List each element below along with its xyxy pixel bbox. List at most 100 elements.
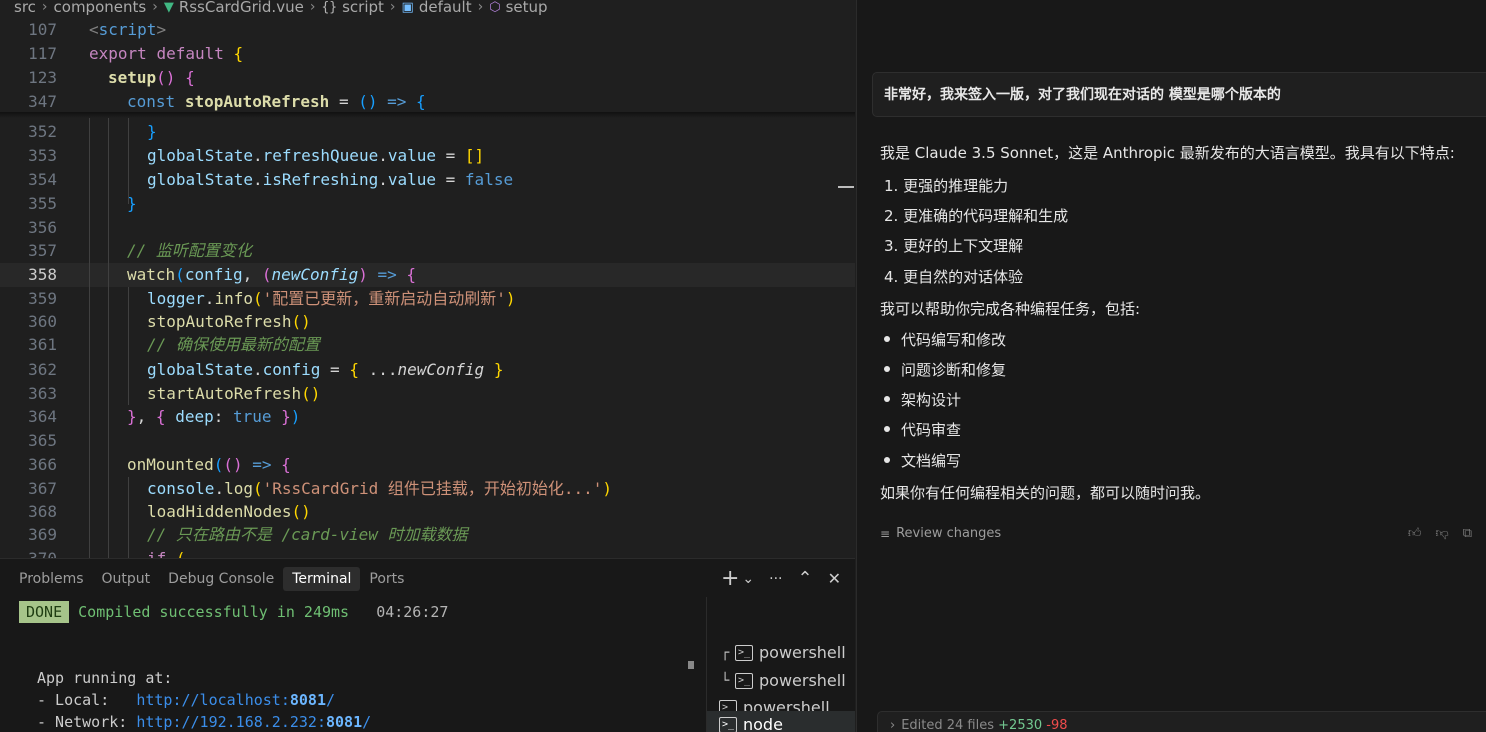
- compile-time: 04:26:27: [376, 603, 449, 621]
- line-number: 356: [28, 218, 57, 237]
- terminal-name: powershell: [759, 643, 846, 662]
- chat-panel: 非常好，我来签入一版，对了我们现在对话的 模型是哪个版本的 我是 Claude …: [856, 0, 1486, 732]
- line-number: 363: [28, 384, 57, 403]
- thumbs-up-icon[interactable]: 👍︎: [1408, 526, 1422, 541]
- chevron-right-icon: ›: [41, 0, 48, 15]
- sticky-scroll-shadow: [0, 112, 855, 118]
- task-item: 代码编写和修改: [880, 329, 1006, 350]
- sticky-scroll-line[interactable]: 107 <script>: [0, 18, 855, 42]
- task-item: 文档编写: [880, 450, 961, 471]
- indent-guide: [128, 477, 129, 558]
- local-url-port: 8081: [289, 691, 326, 709]
- sticky-scroll-line[interactable]: 347 const stopAutoRefresh = () => {: [0, 90, 855, 114]
- breadcrumb-setup-label: setup: [505, 0, 548, 16]
- tab-output[interactable]: Output: [93, 567, 160, 591]
- code-line[interactable]: 366 onMounted(() => {: [0, 453, 855, 477]
- line-number: 359: [28, 289, 57, 308]
- tab-problems[interactable]: Problems: [10, 567, 93, 591]
- line-number: 361: [28, 335, 57, 354]
- more-actions-icon[interactable]: ···: [769, 567, 782, 591]
- close-panel-icon[interactable]: ✕: [828, 567, 841, 591]
- lines-added: +2530: [998, 718, 1043, 732]
- network-label: - Network:: [37, 713, 137, 731]
- code-editor[interactable]: src › components › ▼ RssCardGrid.vue › {}…: [0, 0, 855, 558]
- chevron-down-icon[interactable]: ⌄: [742, 567, 754, 591]
- terminal-line: App running at:: [37, 669, 173, 687]
- line-number: 123: [28, 68, 57, 87]
- local-url-suffix: /: [326, 691, 336, 709]
- breadcrumb-src[interactable]: src: [14, 0, 36, 16]
- copy-icon[interactable]: ⧉: [1463, 526, 1472, 541]
- maximize-panel-icon[interactable]: ⌃: [798, 567, 813, 591]
- panel-tab-bar: Problems Output Debug Console Terminal P…: [10, 567, 413, 591]
- assistant-intro: 我是 Claude 3.5 Sonnet，这是 Anthropic 最新发布的大…: [880, 144, 1455, 162]
- bullet-icon: [884, 395, 890, 402]
- line-number: 354: [28, 170, 57, 189]
- breadcrumb-default[interactable]: ▣ default: [402, 0, 472, 16]
- line-number: 352: [28, 122, 57, 141]
- user-message[interactable]: 非常好，我来签入一版，对了我们现在对话的 模型是哪个版本的: [872, 72, 1486, 117]
- new-terminal-icon[interactable]: +: [721, 567, 739, 591]
- breadcrumb-setup[interactable]: ⬡ setup: [489, 0, 547, 16]
- chevron-right-icon: ›: [152, 0, 158, 15]
- network-url-host: http://192.168.2.232:: [136, 713, 326, 731]
- terminal-name: powershell: [759, 671, 846, 690]
- thumbs-down-icon[interactable]: 👎︎: [1436, 526, 1449, 541]
- indent-guide: [128, 287, 129, 405]
- chevron-right-icon: ›: [309, 0, 316, 15]
- code-comment: // 监听配置变化: [127, 241, 252, 260]
- tab-terminal[interactable]: Terminal: [283, 567, 361, 591]
- terminal-name: node: [743, 715, 783, 732]
- terminal-line: DONE Compiled successfully in 249ms 04:2…: [0, 601, 448, 623]
- code-line[interactable]: 356: [0, 216, 855, 240]
- terminal-list-item[interactable]: └ >_ powershell: [707, 667, 855, 694]
- edited-files-label: Edited 24 files: [901, 718, 995, 732]
- panel-actions: + ⌄ ··· ⌃ ✕: [721, 567, 841, 591]
- terminal-icon: >_: [735, 672, 753, 689]
- feature-item: 4. 更自然的对话体验: [884, 268, 1024, 286]
- local-url-host: http://localhost:: [136, 691, 290, 709]
- line-number: 362: [28, 360, 57, 379]
- object-icon: ▣: [401, 0, 414, 15]
- indent-guide: [89, 118, 90, 558]
- tab-ports[interactable]: Ports: [360, 567, 413, 591]
- code-comment: // 确保使用最新的配置: [147, 335, 320, 354]
- terminal-line: - Network: http://192.168.2.232:8081/: [37, 711, 371, 732]
- method-icon: ⬡: [489, 0, 501, 15]
- code-line[interactable]: 364}, { deep: true }): [0, 405, 855, 429]
- feature-item: 3. 更好的上下文理解: [884, 237, 1024, 255]
- breadcrumb-file[interactable]: ▼ RssCardGrid.vue: [164, 0, 304, 16]
- code-line-current[interactable]: 358 watch(config, (newConfig) => {: [0, 263, 855, 287]
- edited-files-bar[interactable]: › Edited 24 files +2530 -98: [877, 711, 1486, 732]
- task-item: 架构设计: [880, 389, 961, 410]
- breadcrumb-file-label: RssCardGrid.vue: [178, 0, 304, 16]
- task-label: 架构设计: [901, 391, 962, 409]
- line-number: 347: [28, 92, 57, 111]
- assistant-closing: 如果你有任何编程相关的问题，都可以随时问我。: [880, 484, 1211, 502]
- terminal-output[interactable]: DONE Compiled successfully in 249ms 04:2…: [0, 597, 705, 732]
- bullet-icon: [884, 456, 890, 463]
- sticky-scroll-line[interactable]: 117 export default {: [0, 42, 855, 66]
- code-line[interactable]: 365: [0, 429, 855, 453]
- chevron-right-icon: ›: [477, 0, 484, 15]
- breadcrumb-default-label: default: [418, 0, 472, 16]
- network-url[interactable]: http://192.168.2.232:8081/: [136, 713, 371, 731]
- terminal-list-item-active[interactable]: >_ node: [707, 711, 855, 732]
- feedback-actions: 👍︎ 👎︎ ⧉: [1408, 526, 1472, 541]
- review-changes-button[interactable]: ≡ Review changes: [880, 526, 1001, 541]
- line-number: 365: [28, 431, 57, 450]
- bullet-icon: [884, 335, 890, 342]
- code-line[interactable]: 357 // 监听配置变化: [0, 239, 855, 263]
- terminal-icon: >_: [735, 644, 753, 661]
- sticky-scroll-line[interactable]: 123 setup() {: [0, 66, 855, 90]
- terminal-scrollbar[interactable]: [688, 661, 694, 669]
- breadcrumb-script[interactable]: {} script: [321, 0, 383, 16]
- terminal-list-item[interactable]: ┌ >_ powershell: [707, 639, 855, 666]
- line-number: 364: [28, 407, 57, 426]
- chevron-right-icon: ›: [890, 718, 896, 732]
- breadcrumb-components[interactable]: components: [54, 0, 147, 16]
- tab-debug-console[interactable]: Debug Console: [159, 567, 283, 591]
- network-url-suffix: /: [362, 713, 372, 731]
- line-number: 366: [28, 455, 57, 474]
- local-url[interactable]: http://localhost:8081/: [136, 691, 335, 709]
